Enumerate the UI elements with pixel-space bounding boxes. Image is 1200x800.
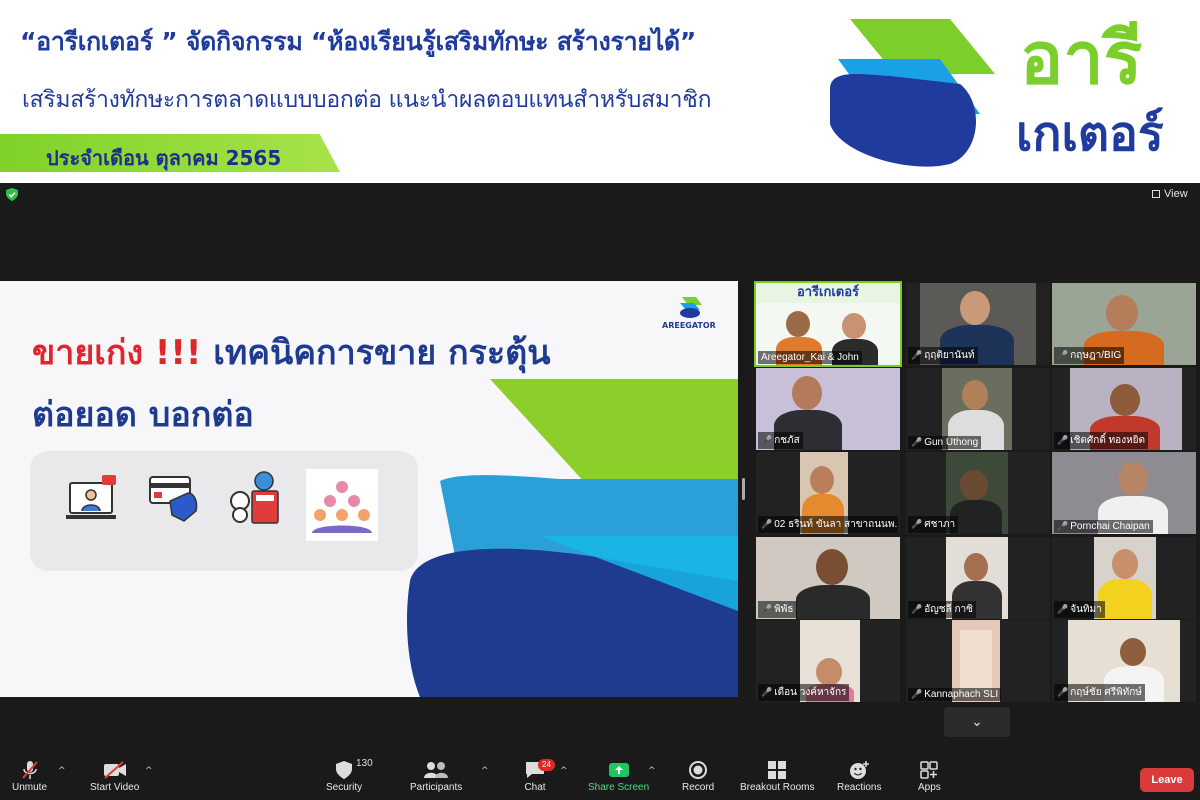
encryption-shield-icon[interactable] [6,188,18,201]
participants-icon [423,758,449,782]
leave-button[interactable]: Leave [1140,768,1194,792]
muted-mic-icon: 🎤 [911,604,923,614]
apps-button[interactable]: Apps [918,758,941,793]
slide-brand-label: AREEGATOR [662,321,716,330]
panel-splitter-handle[interactable] [742,478,745,500]
participant-name: 🎤 Pornchai Chaipan [1054,520,1153,533]
record-icon [688,758,708,782]
participant-name: 🎤 ฤฤติยานันท์ [908,347,978,364]
unmute-button[interactable]: Unmute [12,758,47,793]
muted-mic-icon: 🎤 [911,519,923,529]
participant-name: 🎤 กฤษฎา/BIG [1054,347,1125,364]
slide-title-line1: ขายเก่ง !!! เทคนิคการขาย กระตุ้น [32,325,551,379]
card-payment-icon [149,476,198,522]
muted-mic-icon: 🎤 [761,604,773,614]
video-options-caret-icon[interactable]: ^ [145,766,153,776]
banner-subline: เสริมสร้างทักษะการตลาดแบบบอกต่อ แนะนำผลต… [22,87,712,113]
view-label: View [1164,188,1188,200]
video-tile[interactable]: 🎤 Gun Uthong [906,368,1050,450]
security-count: 130 [356,758,373,769]
muted-mic-icon: 🎤 [761,687,773,697]
video-tile[interactable]: 🎤 พิพัธ [756,537,900,619]
participant-name: 🎤 จันทิมา [1054,601,1105,618]
participant-name: 🎤 กฤษ์ชัย ศรีพิทักษ์ [1054,684,1145,701]
muted-mic-icon: 🎤 [1057,604,1069,614]
slide-title-rest: เทคนิคการขาย กระตุ้น [201,333,551,373]
online-consult-icon [66,475,116,519]
start-video-button[interactable]: Start Video [90,758,139,793]
apps-icon [919,758,939,782]
video-tile[interactable]: 🎤 จันทิมา [1052,537,1196,619]
view-button[interactable]: View [1152,188,1188,200]
grid-view-icon [1152,190,1160,198]
video-tile[interactable]: 🎤 เชิดศักดิ์ ทองหยิต [1052,368,1196,450]
shared-screen-slide: AREEGATOR ขายเก่ง !!! เทคนิคการขาย กระตุ… [0,281,738,697]
muted-mic-icon: 🎤 [761,435,773,445]
participant-name: 🎤 Gun Uthong [908,436,982,449]
video-tile[interactable]: 🎤 ฤฤติยานันท์ [906,283,1050,365]
slide-title-line2: ต่อยอด บอกต่อ [32,395,254,435]
participant-name: 🎤 กชภัส [758,432,803,449]
participant-name: 🎤 อัญชลี กาซิ [908,601,976,618]
banner-date: ประจำเดือน ตุลาคม 2565 [46,146,282,170]
reactions-button[interactable]: Reactions [837,758,881,793]
participants-button[interactable]: Participants [410,758,462,793]
money-calculator-icon [230,471,279,524]
slide-title-highlight: ขายเก่ง !!! [32,333,202,373]
participant-name: Areegator_Kai & John [758,351,862,364]
areegator-logo-icon [830,19,995,167]
video-tile[interactable]: อารีเกเตอร์ Areegator_Kai & John [754,281,902,367]
muted-mic-icon: 🎤 [761,519,773,529]
muted-mic-icon: 🎤 [1057,350,1069,360]
muted-mic-icon: 🎤 [911,350,923,360]
share-screen-icon [608,758,630,782]
participant-name: 🎤 Kannaphach SLI [908,688,1002,701]
team-network-icon [306,469,378,541]
brand-wordmark-line1: อารี [1020,16,1143,100]
participant-name: 🎤 พิพัธ [758,601,797,618]
participant-name: 🎤 02 ธรินท์ ขันลา สาขาถนนพ... [758,516,898,533]
video-tile[interactable]: 🎤 กฤษ์ชัย ศรีพิทักษ์ [1052,620,1196,702]
share-screen-caret-icon[interactable]: ^ [648,766,656,776]
video-tile[interactable]: 🎤 อัญชลี กาซิ [906,537,1050,619]
brand-wordmark-line2: เกเตอร์ [1016,106,1164,162]
chat-unread-badge: 24 [538,759,555,771]
video-off-camera-icon [103,758,127,782]
record-button[interactable]: Record [682,758,714,793]
breakout-rooms-button[interactable]: Breakout Rooms [740,758,814,793]
participant-name: 🎤 ศชาภา [908,516,959,533]
video-tile[interactable]: 🎤 เดือน วงค์หาจักร [756,620,900,702]
muted-mic-icon: 🎤 [1057,687,1069,697]
video-tile[interactable]: 🎤 กชภัส [756,368,900,450]
muted-mic-icon: 🎤 [911,437,923,447]
reactions-smiley-icon [848,758,870,782]
video-tile[interactable]: 🎤 Kannaphach SLI [906,620,1050,702]
security-shield-icon [335,758,353,782]
next-page-chevron-icon[interactable]: ⌄ [944,707,1010,737]
video-tile[interactable]: 🎤 Pornchai Chaipan [1052,452,1196,534]
breakout-rooms-icon [767,758,787,782]
muted-mic-icon: 🎤 [1057,521,1069,531]
muted-mic-icon: 🎤 [911,689,923,699]
share-screen-button[interactable]: Share Screen [588,758,649,793]
participant-name: 🎤 เดือน วงค์หาจักร [758,684,850,701]
audio-options-caret-icon[interactable]: ^ [58,766,66,776]
video-tile[interactable]: 🎤 02 ธรินท์ ขันลา สาขาถนนพ... [756,452,900,534]
video-tile[interactable]: 🎤 กฤษฎา/BIG [1052,283,1196,365]
muted-microphone-icon [20,758,40,782]
video-tile[interactable]: 🎤 ศชาภา [906,452,1050,534]
participant-name: 🎤 เชิดศักดิ์ ทองหยิต [1054,432,1149,449]
muted-mic-icon: 🎤 [1057,435,1069,445]
slide-logo-icon [680,297,702,318]
event-banner: “อารีเกเตอร์ ” จัดกิจกรรม “ห้องเรียนรู้เ… [0,0,1200,183]
chat-caret-icon[interactable]: ^ [560,766,568,776]
participants-caret-icon[interactable]: ^ [481,766,489,776]
banner-headline: “อารีเกเตอร์ ” จัดกิจกรรม “ห้องเรียนรู้เ… [20,27,696,56]
